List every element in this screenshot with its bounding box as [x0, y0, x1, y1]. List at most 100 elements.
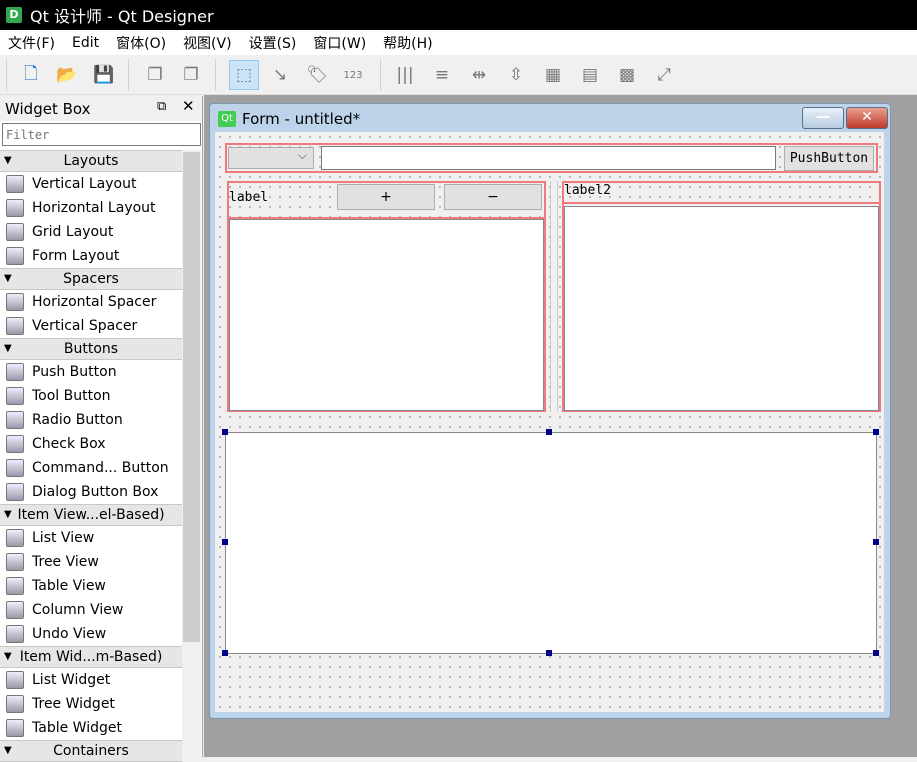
- category-item-view-el-based-[interactable]: ▼ Item View...el-Based): [0, 504, 182, 526]
- widget-icon: [6, 671, 24, 689]
- close-button[interactable]: ✕: [846, 107, 888, 129]
- save-icon[interactable]: 💾: [89, 60, 119, 90]
- category-label: Layouts: [63, 153, 119, 169]
- resize-handle[interactable]: [222, 539, 228, 545]
- collapse-arrow-icon: ▼: [4, 509, 12, 520]
- collapse-arrow-icon: ▼: [4, 745, 12, 756]
- widget-item-label: Grid Layout: [32, 224, 114, 240]
- widget-item[interactable]: Horizontal Layout: [0, 196, 182, 220]
- category-label: Buttons: [63, 341, 119, 357]
- bring-to-front-icon[interactable]: ❐: [176, 60, 206, 90]
- edit-widgets-icon[interactable]: ⬚: [229, 60, 259, 90]
- left-list-widget[interactable]: [229, 219, 544, 411]
- title-bar: D Qt 设计师 - Qt Designer: [0, 0, 917, 30]
- selected-widget[interactable]: [225, 432, 877, 654]
- widget-icon: [6, 363, 24, 381]
- widget-icon: [6, 459, 24, 477]
- resize-handle[interactable]: [222, 650, 228, 656]
- toolbar-separator: [6, 59, 7, 91]
- resize-handle[interactable]: [546, 650, 552, 656]
- menu-item[interactable]: 设置(S): [241, 33, 306, 53]
- push-button[interactable]: PushButton: [784, 146, 874, 171]
- widget-item[interactable]: Tool Button: [0, 384, 182, 408]
- widget-item[interactable]: Command... Button: [0, 456, 182, 480]
- send-to-back-icon[interactable]: ❐: [140, 60, 170, 90]
- widget-item[interactable]: Dialog Button Box: [0, 480, 182, 504]
- break-layout-icon[interactable]: ▩: [612, 60, 642, 90]
- widget-item[interactable]: Column View: [0, 598, 182, 622]
- category-layouts[interactable]: ▼ Layouts: [0, 150, 182, 172]
- widget-item[interactable]: Vertical Layout: [0, 172, 182, 196]
- scrollbar-thumb[interactable]: [183, 152, 200, 642]
- layout-grid-icon[interactable]: ▦: [538, 60, 568, 90]
- widget-item[interactable]: Push Button: [0, 360, 182, 384]
- collapse-arrow-icon: ▼: [4, 651, 12, 662]
- new-file-icon[interactable]: 🗋: [16, 60, 46, 90]
- widget-icon: [6, 411, 24, 429]
- widget-icon: [6, 529, 24, 547]
- splitter-handle[interactable]: [550, 181, 558, 412]
- widget-item[interactable]: Undo View: [0, 622, 182, 646]
- edit-signals-slots-icon[interactable]: ↘: [265, 60, 295, 90]
- right-list-widget[interactable]: [564, 206, 879, 411]
- menu-item[interactable]: 帮助(H): [375, 33, 441, 53]
- edit-buddies-icon[interactable]: 🏷: [302, 60, 332, 90]
- category-label: Spacers: [63, 271, 119, 287]
- widget-item[interactable]: Form Layout: [0, 244, 182, 268]
- menu-item[interactable]: 文件(F): [0, 33, 64, 53]
- layout-vertical-icon[interactable]: ≡: [427, 60, 457, 90]
- widget-item[interactable]: Tree Widget: [0, 692, 182, 716]
- menu-item[interactable]: 窗口(W): [305, 33, 375, 53]
- plus-button[interactable]: +: [337, 184, 435, 210]
- layout-vertical-splitter-icon[interactable]: ⇳: [501, 60, 531, 90]
- widget-item[interactable]: Horizontal Spacer: [0, 290, 182, 314]
- widget-icon: [6, 601, 24, 619]
- open-folder-icon[interactable]: 📂: [52, 60, 82, 90]
- resize-handle[interactable]: [873, 429, 879, 435]
- widget-item-label: Table Widget: [32, 720, 122, 736]
- label: label: [229, 190, 269, 205]
- widget-item[interactable]: Radio Button: [0, 408, 182, 432]
- line-edit[interactable]: [321, 146, 776, 170]
- category-containers[interactable]: ▼ Containers: [0, 740, 182, 762]
- menu-item[interactable]: Edit: [64, 35, 108, 51]
- adjust-size-icon[interactable]: ⤢: [649, 60, 679, 90]
- widget-item[interactable]: Tree View: [0, 550, 182, 574]
- menu-item[interactable]: 窗体(O): [108, 33, 175, 53]
- minus-button[interactable]: −: [444, 184, 542, 210]
- widget-item-label: Tree View: [32, 554, 99, 570]
- widget-icon: [6, 175, 24, 193]
- menu-item[interactable]: 视图(V): [175, 33, 241, 53]
- widget-item-label: Vertical Spacer: [32, 318, 138, 334]
- minimize-button[interactable]: —: [802, 107, 844, 129]
- category-buttons[interactable]: ▼ Buttons: [0, 338, 182, 360]
- layout-horizontal-splitter-icon[interactable]: ⇹: [464, 60, 494, 90]
- widget-item[interactable]: Table View: [0, 574, 182, 598]
- edit-tab-order-icon[interactable]: 123: [338, 60, 368, 90]
- widget-item[interactable]: List Widget: [0, 668, 182, 692]
- widget-item[interactable]: Table Widget: [0, 716, 182, 740]
- category-spacers[interactable]: ▼ Spacers: [0, 268, 182, 290]
- widget-box-panel: Widget Box ⧉ ✕ ▼ Layouts Vertical Layout Ho…: [0, 96, 203, 762]
- widget-icon: [6, 223, 24, 241]
- resize-handle[interactable]: [546, 429, 552, 435]
- widget-item[interactable]: Grid Layout: [0, 220, 182, 244]
- category-item-wid-m-based-[interactable]: ▼ Item Wid...m-Based): [0, 646, 182, 668]
- widget-item-label: Push Button: [32, 364, 117, 380]
- widget-item-label: Table View: [32, 578, 106, 594]
- widget-item[interactable]: Check Box: [0, 432, 182, 456]
- float-icon[interactable]: ⧉: [157, 99, 166, 114]
- resize-handle[interactable]: [873, 539, 879, 545]
- window-title: Qt 设计师 - Qt Designer: [30, 7, 214, 26]
- widget-item[interactable]: Vertical Spacer: [0, 314, 182, 338]
- combo-box[interactable]: ⌵: [228, 147, 314, 169]
- category-label: Item View...el-Based): [17, 507, 165, 523]
- widget-item[interactable]: List View: [0, 526, 182, 550]
- layout-horizontal-icon[interactable]: |||: [390, 60, 420, 90]
- resize-handle[interactable]: [873, 650, 879, 656]
- layout-form-icon[interactable]: ▤: [575, 60, 605, 90]
- widget-item-label: Tool Button: [32, 388, 111, 404]
- filter-input[interactable]: [2, 123, 201, 146]
- resize-handle[interactable]: [222, 429, 228, 435]
- close-icon[interactable]: ✕: [182, 97, 195, 115]
